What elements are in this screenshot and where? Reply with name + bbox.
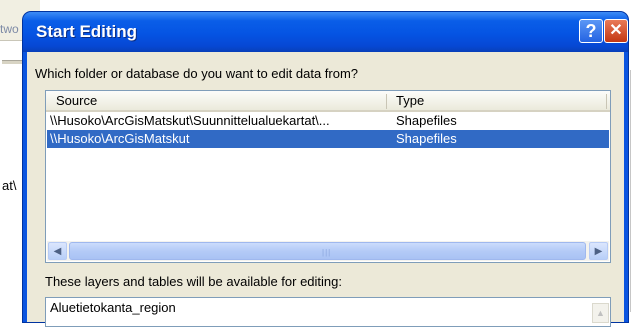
dialog-body: Which folder or database do you want to … [27, 52, 624, 327]
dialog-title-bar[interactable]: Start Editing ? ✕ [23, 12, 628, 52]
source-list[interactable]: Source Type \\Husoko\ArcGisMatskut\Suunn… [45, 90, 611, 263]
chevron-up-icon: ▲ [596, 308, 605, 318]
column-divider[interactable] [386, 94, 387, 109]
source-prompt: Which folder or database do you want to … [35, 66, 359, 81]
column-header-source[interactable]: Source [56, 93, 97, 108]
background-right-border [630, 70, 631, 312]
list-item[interactable]: \\Husoko\ArcGisMatskut\Suunnittelualueka… [47, 112, 609, 130]
column-divider-end[interactable] [606, 94, 607, 109]
column-header-type[interactable]: Type [396, 93, 424, 108]
list-header: Source Type [46, 91, 610, 112]
close-icon: ✕ [609, 22, 623, 39]
source-cell: \\Husoko\ArcGisMatskut\Suunnittelualueka… [50, 113, 330, 128]
help-icon: ? [585, 21, 597, 41]
scrollbar-thumb[interactable]: ||| [69, 242, 586, 260]
close-button[interactable]: ✕ [604, 19, 628, 43]
type-cell: Shapefiles [396, 131, 457, 146]
scroll-right-button[interactable]: ▶ [589, 242, 608, 260]
layer-item: Aluetietokanta_region [50, 300, 176, 315]
scroll-left-button[interactable]: ◀ [48, 242, 67, 260]
chevron-right-icon: ▶ [594, 246, 603, 257]
chevron-left-icon: ◀ [53, 246, 62, 257]
list-item-selected[interactable]: \\Husoko\ArcGisMatskut Shapefiles [47, 130, 609, 148]
help-button[interactable]: ? [579, 19, 603, 43]
type-cell: Shapefiles [396, 113, 457, 128]
dialog-title: Start Editing [36, 22, 138, 41]
start-editing-dialog: Start Editing ? ✕ Which folder or databa… [23, 12, 628, 327]
background-text-fragment: two [0, 22, 19, 36]
grip-icon: ||| [322, 248, 332, 257]
background-text-fragment-2: at\ [2, 178, 17, 193]
layers-label: These layers and tables will be availabl… [45, 274, 343, 289]
layers-list[interactable]: Aluetietokanta_region ▲ [45, 297, 611, 327]
scroll-up-button[interactable]: ▲ [592, 303, 609, 323]
horizontal-scrollbar[interactable]: ◀ ||| ▶ [47, 241, 609, 261]
source-cell: \\Husoko\ArcGisMatskut [50, 131, 190, 146]
